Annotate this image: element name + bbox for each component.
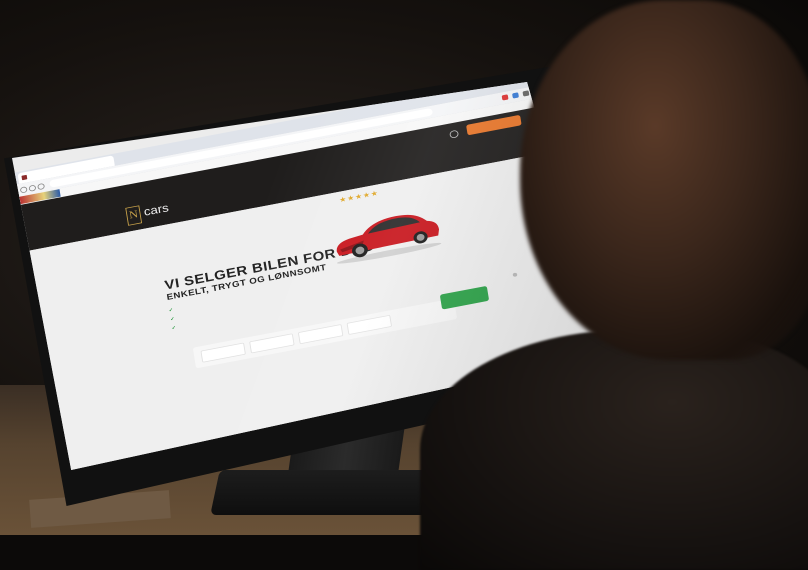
benefit-text [177, 307, 178, 311]
red-car-image [336, 214, 442, 264]
benefit-item: ✓ [168, 306, 178, 313]
person-shoulder [420, 330, 808, 570]
form-field[interactable] [200, 342, 246, 363]
extension-icon[interactable] [522, 90, 530, 97]
check-icon: ✓ [168, 307, 174, 314]
reload-icon[interactable] [37, 182, 46, 191]
logo-mark[interactable]: N [125, 205, 143, 226]
favicon-icon [21, 174, 28, 181]
benefit-text [180, 325, 181, 329]
form-field[interactable] [249, 333, 295, 354]
check-icon: ✓ [171, 325, 177, 332]
check-icon: ✓ [169, 316, 176, 323]
form-field[interactable] [297, 324, 344, 345]
logo-text[interactable]: cars [143, 201, 170, 218]
back-icon[interactable] [19, 186, 28, 194]
person-head [520, 0, 808, 360]
benefit-item: ✓ [170, 315, 180, 322]
extension-icon[interactable] [501, 94, 509, 101]
header-cta-button[interactable] [466, 114, 522, 136]
extension-icon[interactable] [512, 92, 519, 99]
form-field[interactable] [346, 314, 393, 335]
search-icon[interactable] [449, 129, 460, 139]
benefit-item: ✓ [171, 324, 181, 331]
benefit-text [179, 316, 180, 320]
chat-icon[interactable] [512, 272, 518, 278]
get-offer-button[interactable] [439, 285, 490, 310]
valuation-form [192, 298, 458, 369]
forward-icon[interactable] [28, 184, 37, 192]
rating-stars: ★★★★★ [338, 188, 380, 204]
